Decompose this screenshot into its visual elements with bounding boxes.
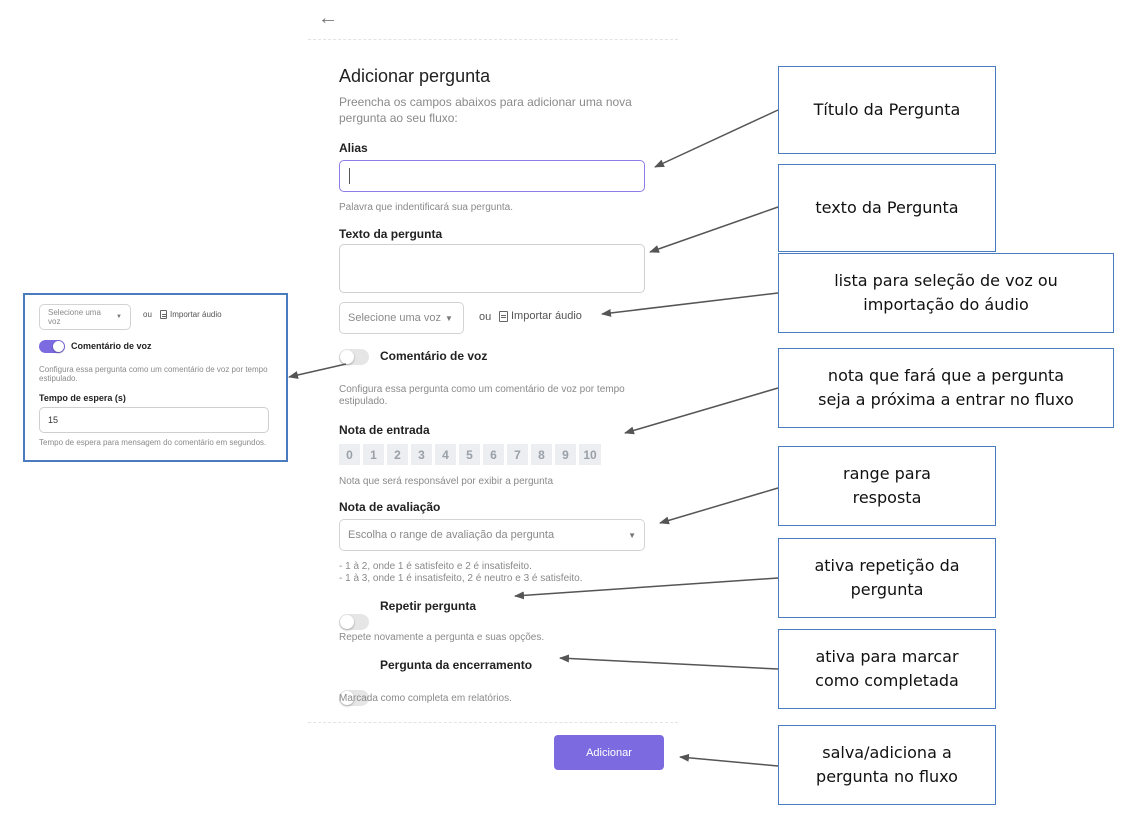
arrow-entry-note bbox=[624, 387, 779, 435]
arrow-range bbox=[659, 487, 779, 525]
annotation-arrows bbox=[288, 109, 779, 767]
arrow-text bbox=[649, 206, 779, 253]
arrow-closing bbox=[559, 654, 779, 670]
arrow-repeat bbox=[514, 577, 779, 600]
arrow-inset bbox=[288, 363, 347, 379]
arrow-title bbox=[654, 109, 779, 168]
arrow-voice bbox=[601, 292, 779, 317]
arrow-save bbox=[679, 753, 779, 767]
